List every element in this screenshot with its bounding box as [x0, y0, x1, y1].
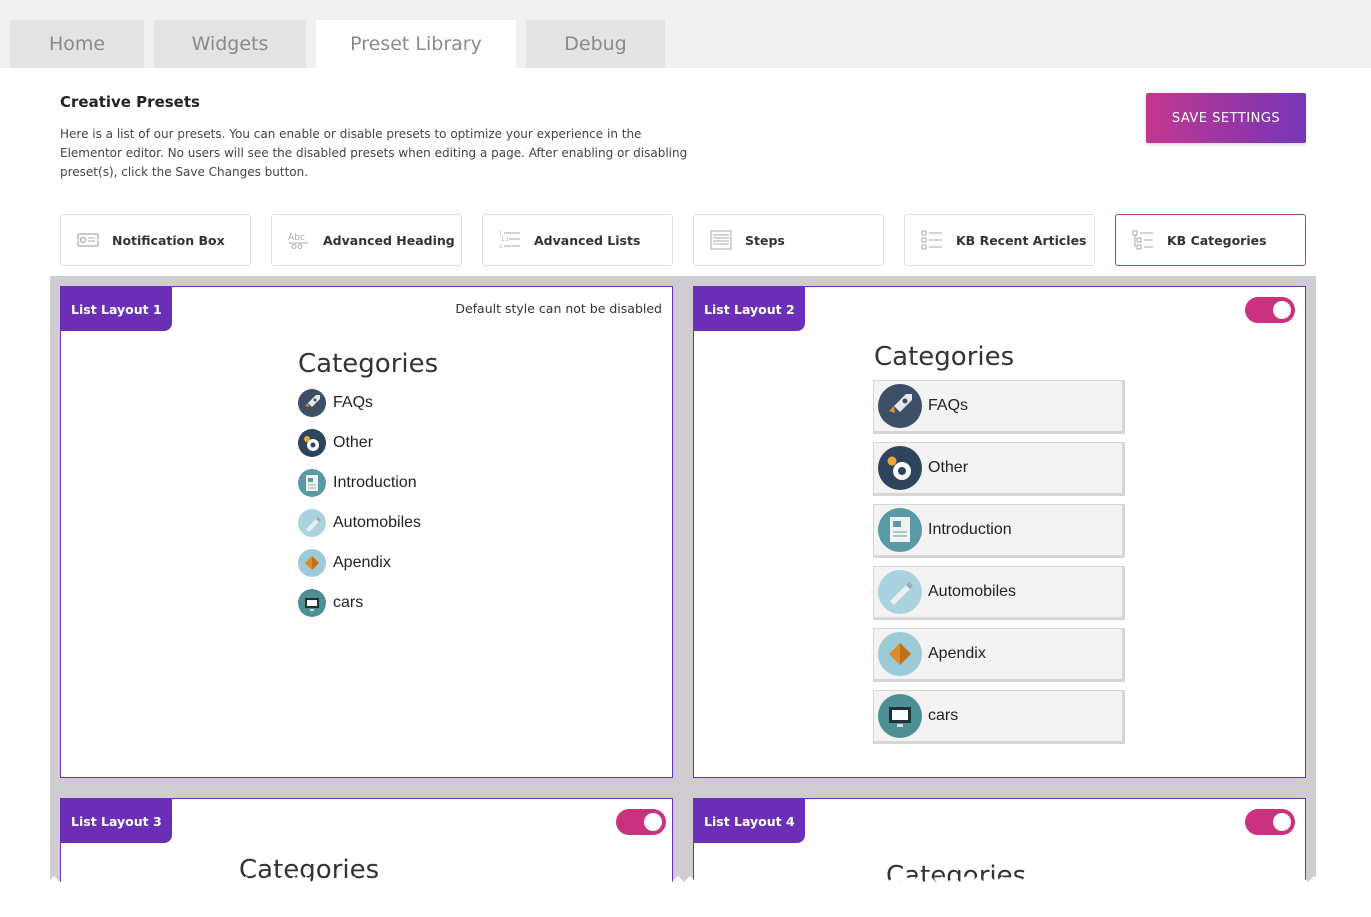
preset-card-list-layout-1: List Layout 1 Default style can not be d…	[60, 286, 673, 778]
widget-kb-categories[interactable]: KB Categories	[1115, 214, 1306, 266]
widget-kb-recent-articles[interactable]: KB Recent Articles	[904, 214, 1095, 266]
category-item-introduction[interactable]: Introduction	[873, 504, 1125, 558]
monitor-cart-icon	[878, 694, 922, 738]
preset-grid: List Layout 1 Default style can not be d…	[50, 276, 1316, 888]
advanced-heading-icon: Abc	[287, 230, 311, 250]
widget-notification-box[interactable]: Notification Box	[60, 214, 251, 266]
page-title: Creative Presets	[60, 93, 200, 111]
category-item-faqs[interactable]: FAQs	[873, 380, 1125, 434]
rocket-icon	[878, 384, 922, 428]
category-item-apendix[interactable]: Apendix	[298, 543, 421, 583]
steps-icon	[709, 230, 733, 250]
default-style-note: Default style can not be disabled	[455, 301, 662, 316]
torn-edge-divider	[0, 872, 1371, 917]
widget-label: Steps	[745, 232, 785, 248]
gear-icon	[298, 429, 326, 457]
box-icon	[298, 549, 326, 577]
tab-home[interactable]: Home	[10, 20, 144, 68]
notification-box-icon	[76, 230, 100, 250]
widget-label: KB Recent Articles	[956, 232, 1087, 248]
advanced-lists-icon: 1 1.1 2	[498, 230, 522, 250]
widget-advanced-lists[interactable]: 1 1.1 2 Advanced Lists	[482, 214, 673, 266]
preset-enable-toggle[interactable]	[1245, 809, 1295, 835]
widget-label: KB Categories	[1167, 232, 1267, 248]
pencil-icon	[878, 570, 922, 614]
widget-label: Advanced Heading	[323, 232, 455, 248]
widget-label: Advanced Lists	[534, 232, 641, 248]
box-icon	[878, 632, 922, 676]
kb-categories-icon	[1131, 230, 1155, 250]
categories-heading: Categories	[298, 349, 439, 379]
category-item-introduction[interactable]: Introduction	[298, 463, 421, 503]
svg-text:2: 2	[499, 244, 502, 250]
monitor-cart-icon	[298, 589, 326, 617]
toggle-knob	[1273, 813, 1291, 831]
tab-widgets[interactable]: Widgets	[154, 20, 306, 68]
preset-enable-toggle[interactable]	[616, 809, 666, 835]
toggle-knob	[644, 813, 662, 831]
category-list: FAQs Other Introduction Automobiles Apen…	[298, 383, 421, 623]
page-description: Here is a list of our presets. You can e…	[60, 127, 688, 179]
category-item-automobiles[interactable]: Automobiles	[873, 566, 1125, 620]
preset-badge: List Layout 1	[61, 287, 172, 331]
preset-badge: List Layout 2	[694, 287, 805, 331]
tab-debug[interactable]: Debug	[526, 20, 665, 68]
document-icon	[878, 508, 922, 552]
widget-label: Notification Box	[112, 232, 225, 248]
tab-preset-library[interactable]: Preset Library	[316, 20, 516, 68]
widget-advanced-heading[interactable]: Abc Advanced Heading	[271, 214, 462, 266]
category-list: FAQs Other Introduction Automobiles Apen…	[873, 380, 1125, 752]
svg-text:1.1: 1.1	[501, 237, 509, 243]
preset-card-list-layout-2: List Layout 2 Categories FAQs Other Intr…	[693, 286, 1306, 778]
category-item-apendix[interactable]: Apendix	[873, 628, 1125, 682]
rocket-icon	[298, 389, 326, 417]
category-item-other[interactable]: Other	[873, 442, 1125, 496]
kb-recent-articles-icon	[920, 230, 944, 250]
preset-badge: List Layout 4	[694, 799, 805, 843]
preset-enable-toggle[interactable]	[1245, 297, 1295, 323]
document-icon	[298, 469, 326, 497]
save-settings-button[interactable]: SAVE SETTINGS	[1146, 93, 1306, 143]
tab-bar: Home Widgets Preset Library Debug	[0, 0, 1371, 68]
widget-steps[interactable]: Steps	[693, 214, 884, 266]
preset-badge: List Layout 3	[61, 799, 172, 843]
category-item-other[interactable]: Other	[298, 423, 421, 463]
category-item-faqs[interactable]: FAQs	[298, 383, 421, 423]
category-item-automobiles[interactable]: Automobiles	[298, 503, 421, 543]
toggle-knob	[1273, 301, 1291, 319]
pencil-icon	[298, 509, 326, 537]
gear-icon	[878, 446, 922, 490]
svg-text:Abc: Abc	[288, 233, 305, 243]
categories-heading: Categories	[874, 342, 1015, 372]
category-item-cars[interactable]: cars	[298, 583, 421, 623]
category-item-cars[interactable]: cars	[873, 690, 1125, 744]
